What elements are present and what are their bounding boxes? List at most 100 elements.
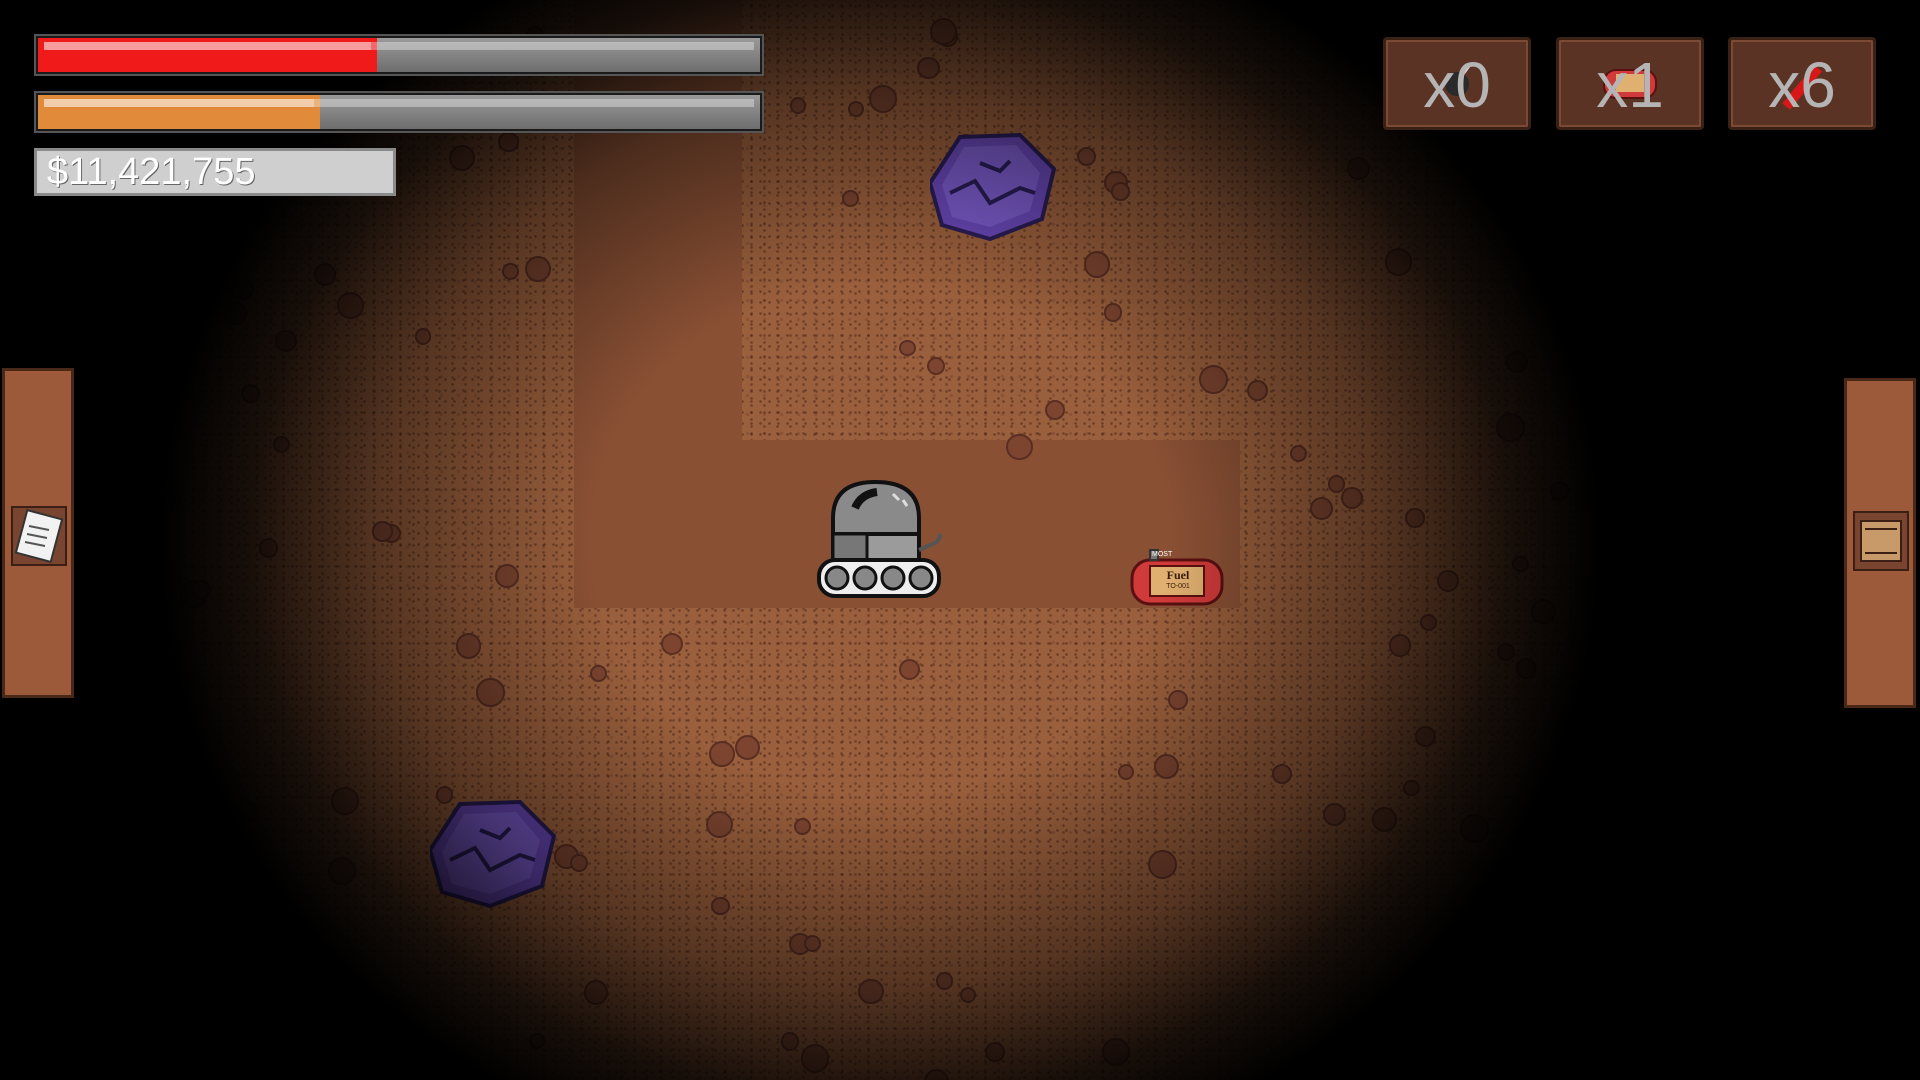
- pebble: [1419, 613, 1437, 632]
- pebble: [847, 100, 864, 117]
- pebble: [414, 328, 431, 345]
- right-side-panel[interactable]: [1844, 378, 1916, 708]
- pebble: [711, 896, 730, 916]
- fuel-tank-pickup: MOST Fuel TO-001: [1130, 548, 1226, 608]
- pebble: [376, 993, 401, 1019]
- pebble: [1199, 364, 1229, 394]
- pebble: [191, 579, 211, 600]
- pebble: [1104, 303, 1123, 322]
- pebble: [959, 986, 976, 1003]
- pebble: [455, 633, 482, 659]
- pebble: [1384, 248, 1413, 276]
- pebble: [1117, 763, 1135, 780]
- pebble: [800, 1044, 830, 1073]
- pebble: [272, 435, 291, 454]
- inventory-slot-dynamite[interactable]: x6: [1728, 37, 1876, 130]
- pebble: [258, 538, 279, 558]
- pebble: [313, 263, 337, 286]
- map-slot[interactable]: [11, 506, 67, 566]
- pebble: [1077, 146, 1097, 166]
- pebble: [1403, 779, 1420, 797]
- pebble: [263, 1000, 283, 1020]
- player-drill-vehicle: [817, 479, 943, 598]
- pebble: [1371, 807, 1397, 833]
- pebble: [589, 664, 607, 682]
- pebble: [1515, 657, 1537, 679]
- pebble: [448, 144, 476, 171]
- pebble: [1556, 711, 1575, 730]
- pebble: [1154, 753, 1180, 779]
- pebble: [275, 329, 298, 352]
- pebble: [476, 678, 505, 707]
- pebble: [1436, 570, 1459, 593]
- pebble: [155, 669, 173, 687]
- inventory-slot-bomb[interactable]: x0: [1383, 37, 1531, 130]
- pebble: [1247, 379, 1269, 401]
- pebble: [372, 521, 393, 542]
- pebble: [985, 1041, 1006, 1062]
- pebble: [330, 786, 359, 815]
- pebble: [1549, 481, 1569, 501]
- fuel-pickup-top-label: MOST: [1152, 551, 1173, 558]
- money-display: $11,421,755: [34, 148, 396, 196]
- pebble: [494, 563, 519, 588]
- left-side-panel[interactable]: [2, 368, 74, 698]
- pebble: [789, 97, 807, 115]
- health-bar-fill: [38, 38, 378, 72]
- inventory-slot-fuel[interactable]: x1: [1556, 37, 1704, 130]
- pebble: [1006, 433, 1033, 461]
- pebble: [502, 263, 519, 280]
- health-bar: [34, 34, 764, 76]
- pebble: [1340, 486, 1363, 509]
- pebble: [1459, 814, 1489, 844]
- pebble: [1414, 725, 1436, 747]
- pebble: [223, 301, 247, 325]
- pebble: [899, 340, 916, 357]
- health-bar-track: [38, 38, 760, 72]
- pebble: [327, 856, 357, 886]
- pebble: [1083, 251, 1111, 278]
- pebble: [1405, 508, 1425, 528]
- pebble: [1289, 445, 1307, 463]
- fuel-bar: [34, 91, 764, 133]
- pebble: [780, 1032, 800, 1051]
- pebble: [1168, 690, 1188, 711]
- pebble: [705, 810, 733, 838]
- inventory-count-bomb: x0: [1423, 49, 1491, 121]
- pebble: [660, 632, 684, 655]
- fuel-bar-fill: [38, 95, 320, 129]
- fuel-bar-track: [38, 95, 760, 129]
- pebble: [230, 277, 254, 301]
- pebble: [387, 3, 416, 31]
- cargo-slot[interactable]: [1853, 511, 1909, 571]
- fuel-pickup-sublabel: TO-001: [1166, 583, 1190, 590]
- amethyst-gem: [430, 800, 556, 908]
- pebble: [1562, 916, 1590, 943]
- pebble: [583, 980, 609, 1005]
- pebble: [917, 56, 940, 80]
- pebble: [498, 131, 519, 153]
- pebble: [1327, 475, 1345, 493]
- pebble: [570, 853, 589, 872]
- pebble: [1512, 555, 1529, 573]
- cargo-box-icon: [1860, 520, 1902, 562]
- pebble: [841, 190, 859, 207]
- pebble: [150, 486, 177, 513]
- pebble: [926, 356, 945, 375]
- pebble: [1368, 1045, 1398, 1075]
- pebble: [935, 972, 954, 990]
- pebble: [858, 978, 884, 1005]
- pebble: [1111, 182, 1130, 201]
- pebble: [528, 1032, 545, 1050]
- amethyst-gem: [930, 133, 1056, 241]
- pebble: [1147, 850, 1177, 880]
- pebble: [793, 817, 811, 835]
- inventory-count-fuel: x1: [1596, 49, 1664, 121]
- pebble: [337, 291, 364, 319]
- pebble: [1388, 634, 1412, 658]
- map-scroll-icon: [14, 508, 64, 564]
- inventory-count-dynamite: x6: [1768, 49, 1836, 121]
- pebble: [320, 970, 347, 997]
- fuel-pickup-label: Fuel: [1166, 568, 1190, 582]
- pebble: [708, 740, 736, 768]
